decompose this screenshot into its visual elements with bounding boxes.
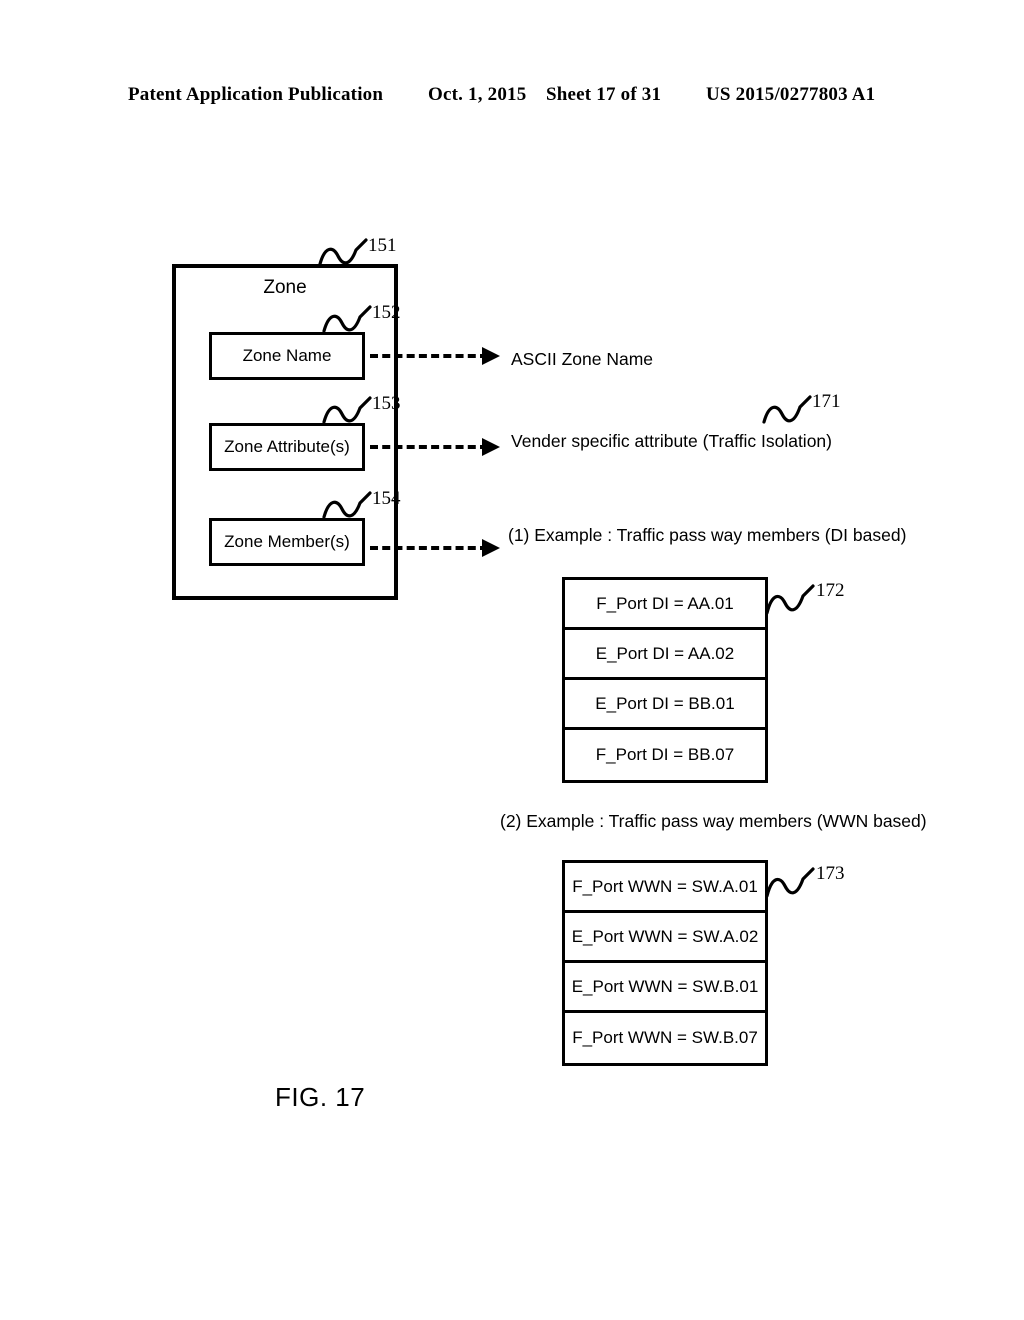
table-row: F_Port WWN = SW.B.07 — [565, 1013, 765, 1063]
reference-marker-172: 172 — [766, 581, 845, 617]
di-member-value: E_Port DI = BB.01 — [595, 693, 735, 713]
reference-number-151: 151 — [368, 235, 397, 256]
callout-example-2: (2) Example : Traffic pass way members (… — [500, 811, 927, 831]
arrow-head-icon — [482, 438, 500, 456]
reference-marker-152: 152 — [322, 303, 401, 339]
reference-marker-153: 153 — [322, 394, 401, 430]
reference-number-173: 173 — [816, 863, 845, 884]
zone-attributes-label: Zone Attribute(s) — [224, 437, 350, 456]
zone-members-box: Zone Member(s) — [209, 518, 365, 566]
table-row: E_Port DI = BB.01 — [565, 680, 765, 730]
callout-vendor-attribute: Vender specific attribute (Traffic Isola… — [511, 431, 832, 451]
callout-arrow-zone-attributes — [370, 438, 506, 456]
callout-ascii-zone-name: ASCII Zone Name — [511, 349, 653, 369]
wwn-member-value: F_Port WWN = SW.B.07 — [572, 1028, 758, 1047]
arrow-shaft — [370, 546, 488, 550]
table-row: F_Port WWN = SW.A.01 — [565, 863, 765, 913]
page-header: Patent Application Publication Oct. 1, 2… — [0, 84, 1024, 114]
wwn-member-value: E_Port WWN = SW.A.02 — [571, 926, 759, 946]
reference-marker-151: 151 — [318, 236, 397, 272]
reference-marker-154: 154 — [322, 489, 401, 525]
table-row: E_Port WWN = SW.B.01 — [565, 963, 765, 1013]
di-member-value: F_Port DI = BB.07 — [595, 745, 735, 764]
arrow-head-icon — [482, 347, 500, 365]
header-publication-number: US 2015/0277803 A1 — [706, 84, 876, 105]
callout-arrow-zone-name — [370, 347, 506, 365]
header-date-label: Oct. 1, 2015 — [428, 84, 527, 105]
di-member-value: E_Port DI = AA.02 — [595, 643, 735, 663]
reference-number-171: 171 — [812, 391, 841, 412]
figure-caption: FIG. 17 — [275, 1082, 366, 1112]
zone-attributes-box: Zone Attribute(s) — [209, 423, 365, 471]
zone-members-label: Zone Member(s) — [224, 532, 350, 551]
reference-marker-171: 171 — [762, 392, 841, 428]
callout-arrow-zone-members — [370, 539, 506, 557]
zone-title-label: Zone — [263, 277, 307, 298]
reference-marker-173: 173 — [766, 864, 845, 900]
header-publication-label: Patent Application Publication — [128, 84, 384, 105]
arrow-head-icon — [482, 539, 500, 557]
table-row: F_Port DI = BB.07 — [565, 730, 765, 780]
zone-name-label: Zone Name — [242, 346, 332, 365]
wwn-member-value: E_Port WWN = SW.B.01 — [571, 976, 759, 996]
reference-number-153: 153 — [372, 393, 401, 414]
zone-name-box: Zone Name — [209, 332, 365, 380]
table-row: F_Port DI = AA.01 — [565, 580, 765, 630]
di-member-value: F_Port DI = AA.01 — [596, 593, 734, 613]
arrow-shaft — [370, 445, 488, 449]
header-sheet-label: Sheet 17 of 31 — [546, 84, 662, 105]
reference-number-152: 152 — [372, 302, 401, 323]
callout-example-1: (1) Example : Traffic pass way members (… — [508, 525, 907, 545]
reference-number-154: 154 — [372, 488, 401, 509]
di-member-table: F_Port DI = AA.01 E_Port DI = AA.02 E_Po… — [562, 577, 768, 783]
wwn-member-value: F_Port WWN = SW.A.01 — [572, 876, 758, 896]
reference-number-172: 172 — [816, 580, 845, 601]
arrow-shaft — [370, 354, 488, 358]
table-row: E_Port WWN = SW.A.02 — [565, 913, 765, 963]
wwn-member-table: F_Port WWN = SW.A.01 E_Port WWN = SW.A.0… — [562, 860, 768, 1066]
table-row: E_Port DI = AA.02 — [565, 630, 765, 680]
